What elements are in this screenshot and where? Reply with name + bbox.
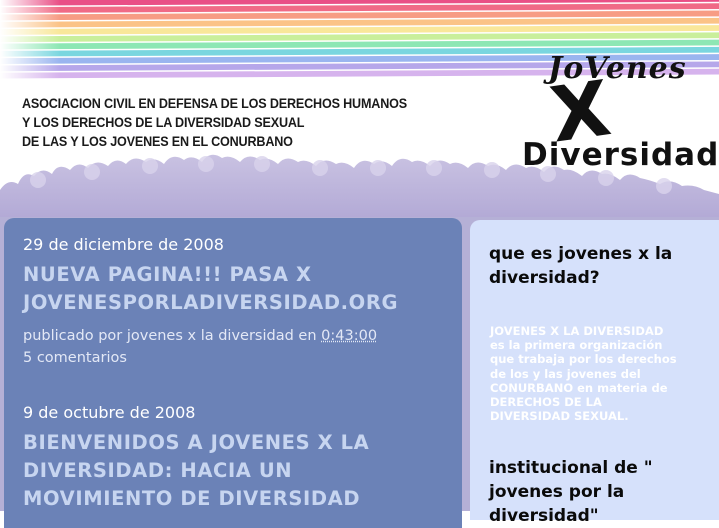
post-date: 9 de octubre de 2008 bbox=[23, 403, 196, 422]
logo-word-diversidad: Diversidad bbox=[522, 137, 719, 173]
post-title-line[interactable]: NUEVA PAGINA!!! PASA X bbox=[23, 261, 443, 289]
page-body: 29 de diciembre de 2008 NUEVA PAGINA!!! … bbox=[0, 217, 719, 528]
sidebar-heading-2: institucional de " jovenes por la divers… bbox=[489, 456, 709, 528]
post-footer: publicado por jovenes x la diversidad en… bbox=[23, 325, 443, 369]
sidebar-text-line: de los y las jovenes del bbox=[490, 366, 641, 381]
sidebar-text-line: es la primera organización bbox=[490, 338, 663, 353]
post-author-text: publicado por jovenes x la diversidad en bbox=[23, 328, 317, 344]
post-title-line[interactable]: MOVIMIENTO DE DIVERSIDAD bbox=[23, 485, 443, 513]
sidebar-description: JOVENES X LA DIVERSIDAD es la primera or… bbox=[490, 324, 705, 423]
blog-post: 9 de octubre de 2008 BIENVENIDOS A JOVEN… bbox=[23, 403, 443, 513]
main-posts-column: 29 de diciembre de 2008 NUEVA PAGINA!!! … bbox=[4, 218, 462, 528]
sidebar-text-line: DIVERSIDAD SEXUAL. bbox=[490, 409, 629, 424]
jovenes-x-diversidad-logo: JoVenes X Diversidad bbox=[522, 51, 719, 173]
post-date: 29 de diciembre de 2008 bbox=[23, 235, 224, 254]
sidebar-text-line: CONURBANO en materia de bbox=[490, 380, 668, 395]
post-title-line[interactable]: DIVERSIDAD: HACIA UN bbox=[23, 457, 443, 485]
post-time-link[interactable]: 0:43:00 bbox=[321, 328, 377, 344]
site-header: ASOCIACION CIVIL EN DEFENSA DE LOS DEREC… bbox=[0, 0, 719, 217]
org-line: Y LOS DERECHOS DE LA DIVERSIDAD SEXUAL bbox=[22, 114, 305, 130]
post-title-link[interactable]: NUEVA PAGINA!!! PASA X JOVENESPORLADIVER… bbox=[23, 261, 443, 317]
post-title-link[interactable]: BIENVENIDOS A JOVENES X LA DIVERSIDAD: H… bbox=[23, 429, 443, 513]
stripe-fade bbox=[0, 0, 60, 80]
post-title-line[interactable]: JOVENESPORLADIVERSIDAD.ORG bbox=[23, 289, 443, 317]
sidebar-text-line: JOVENES X LA DIVERSIDAD bbox=[490, 324, 664, 338]
post-title-line[interactable]: BIENVENIDOS A JOVENES X LA bbox=[23, 429, 443, 457]
sidebar-heading-line: jovenes por la bbox=[489, 482, 625, 502]
blog-post: 29 de diciembre de 2008 NUEVA PAGINA!!! … bbox=[23, 235, 443, 369]
comments-link[interactable]: 5 comentarios bbox=[23, 347, 443, 369]
sidebar-text-line: DERECHOS DE LA bbox=[490, 395, 602, 410]
sidebar-text-line: que trabaja por los derechos bbox=[490, 352, 677, 367]
org-line: DE LAS Y LOS JOVENES EN EL CONURBANO bbox=[22, 133, 293, 149]
sidebar-heading-line: institucional de " bbox=[489, 458, 653, 478]
sidebar-heading-line: diversidad" bbox=[489, 506, 599, 526]
sidebar-heading: que es jovenes x la diversidad? bbox=[489, 244, 673, 288]
organization-description: ASOCIACION CIVIL EN DEFENSA DE LOS DEREC… bbox=[22, 94, 407, 151]
org-line: ASOCIACION CIVIL EN DEFENSA DE LOS DEREC… bbox=[22, 95, 407, 111]
sidebar: que es jovenes x la diversidad? JOVENES … bbox=[470, 220, 719, 526]
